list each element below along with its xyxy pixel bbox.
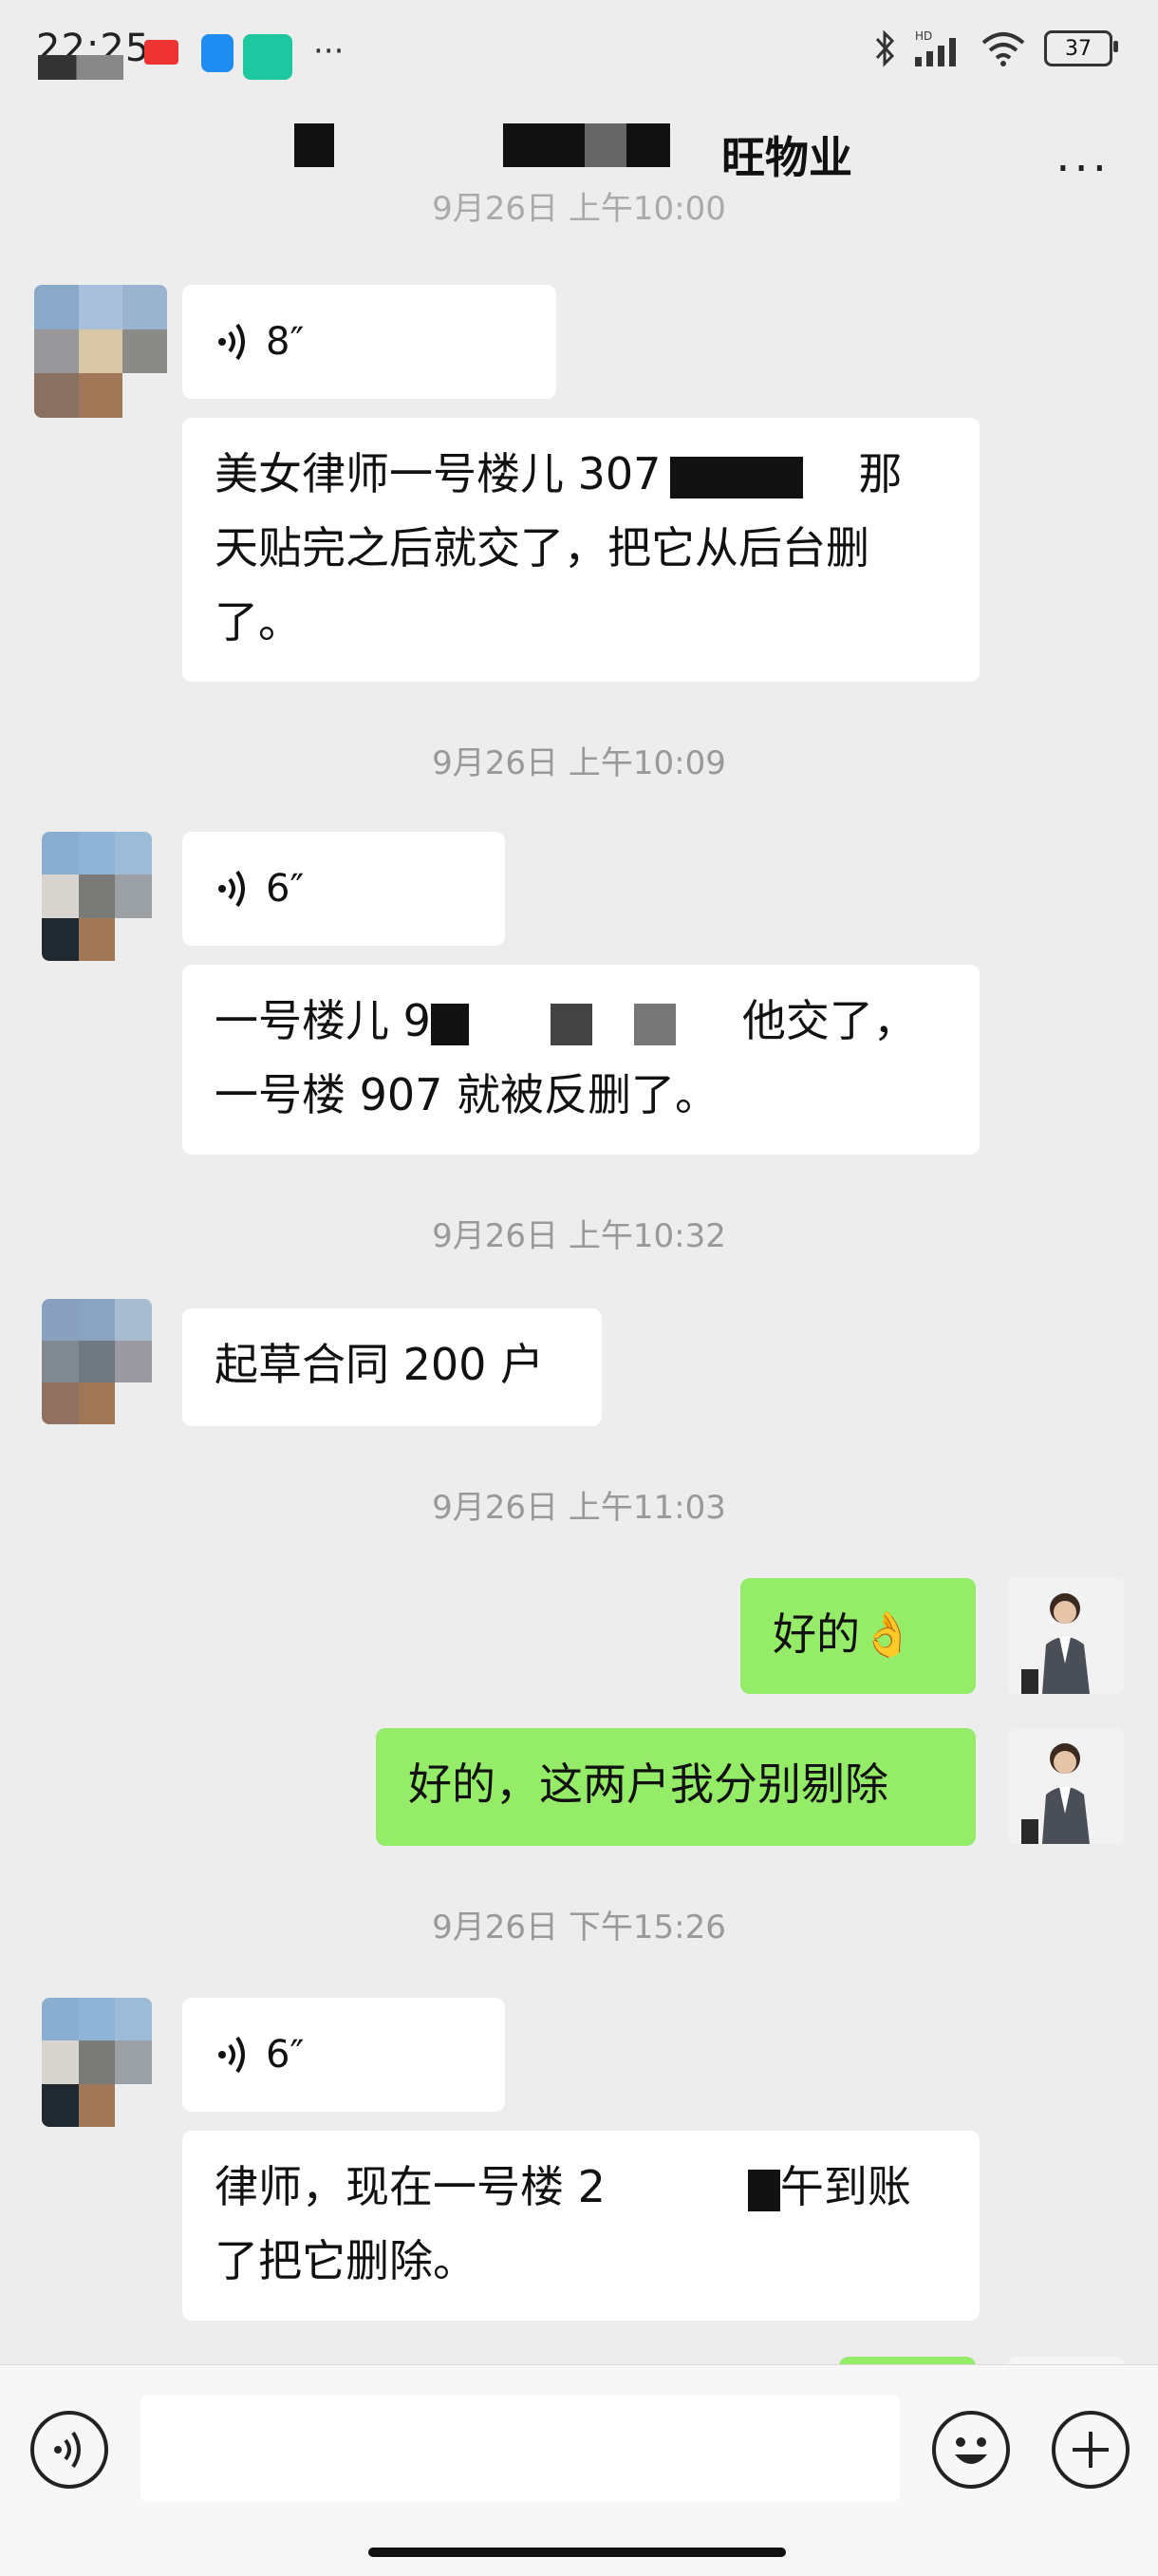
- avatar[interactable]: [34, 285, 167, 418]
- avatar-self[interactable]: [1008, 2357, 1124, 2364]
- message-text: 那: [858, 448, 903, 499]
- signal-icon: HD: [915, 29, 956, 66]
- message-text: 他交了，: [741, 995, 917, 1046]
- lawyer-portrait: [1008, 1578, 1124, 1694]
- message-line: 美女律师一号楼儿 307 那: [215, 437, 947, 511]
- redacted-block: [550, 1003, 592, 1045]
- text-message-outgoing[interactable]: 好的，这两户我分别剔除: [376, 1728, 976, 1846]
- text-message-outgoing[interactable]: [839, 2357, 976, 2364]
- message-line: 了。: [215, 596, 302, 648]
- voice-message[interactable]: 6″: [182, 1998, 505, 2112]
- voice-wave-icon: [218, 323, 245, 361]
- voice-duration: 6″: [266, 2033, 305, 2077]
- lawyer-portrait: [1008, 1728, 1124, 1844]
- voice-input-icon: [54, 2431, 81, 2469]
- emoji-icon: [955, 2437, 987, 2464]
- more-notifications-icon: ···: [313, 32, 345, 70]
- bluetooth-icon: [875, 29, 895, 67]
- wifi-icon: [981, 32, 1025, 66]
- avatar[interactable]: [42, 832, 152, 961]
- emoji-button[interactable]: [932, 2411, 1010, 2489]
- message-line: 律师，现在一号楼 2 午到账: [215, 2150, 947, 2224]
- message-input[interactable]: [140, 2396, 900, 2502]
- redacted-block: [633, 1003, 676, 1045]
- timestamp: 9月26日 上午10:00: [432, 190, 726, 228]
- status-icons: HD 37: [873, 28, 1118, 68]
- message-text: 午到账: [779, 2161, 911, 2212]
- status-bar: 22:25 ··· HD 37: [0, 0, 1158, 104]
- redacted-block: [626, 123, 670, 167]
- plus-icon: [1073, 2432, 1109, 2468]
- avatar[interactable]: [42, 1299, 152, 1424]
- voice-duration: 8″: [266, 320, 305, 364]
- message-line: 天贴完之后就交了，把它从后台删: [215, 522, 869, 573]
- avatar[interactable]: [42, 1998, 152, 2127]
- voice-message[interactable]: 6″: [182, 832, 505, 946]
- text-message[interactable]: 一号楼儿 9 他交了， 一号楼 907 就被反删了。: [182, 965, 980, 1155]
- battery-indicator: 37: [1044, 30, 1118, 66]
- message-text: 好的👌: [773, 1608, 915, 1660]
- voice-message[interactable]: 8″: [182, 285, 556, 399]
- chat-title: 旺物业: [721, 132, 852, 183]
- voice-wave-icon: [218, 870, 245, 908]
- message-text: 美女律师一号楼儿 307: [215, 448, 662, 499]
- input-bar: [0, 2364, 1158, 2576]
- app-notification-icon: [201, 34, 233, 72]
- more-icon[interactable]: ···: [1055, 142, 1111, 196]
- app-notification-icon: [243, 34, 292, 80]
- timestamp: 9月26日 上午11:03: [432, 1489, 726, 1527]
- text-message[interactable]: 美女律师一号楼儿 307 那 天贴完之后就交了，把它从后台删 了。: [182, 418, 980, 682]
- voice-input-button[interactable]: [30, 2411, 108, 2489]
- message-line: 一号楼儿 9 他交了，: [215, 984, 947, 1058]
- voice-duration: 6″: [266, 867, 305, 911]
- plus-button[interactable]: [1052, 2411, 1130, 2489]
- message-line: 一号楼 907 就被反删了。: [215, 1069, 719, 1120]
- timestamp: 9月26日 下午15:26: [432, 1908, 726, 1946]
- avatar-self[interactable]: [1008, 1578, 1124, 1694]
- redacted-block: [503, 123, 585, 167]
- text-message[interactable]: 起草合同 200 户: [182, 1308, 602, 1426]
- home-indicator[interactable]: [368, 2548, 786, 2557]
- redacted-block: [294, 123, 334, 167]
- timestamp: 9月26日 上午10:09: [432, 744, 726, 782]
- timestamp: 9月26日 上午10:32: [432, 1217, 726, 1255]
- redacted-block: [670, 456, 804, 498]
- redacted-block: [430, 1003, 469, 1045]
- chat-message-list[interactable]: 9月26日 上午10:00 8″ 美女律师一号楼儿 307 那 天贴完之后就交了，…: [0, 190, 1158, 2364]
- text-message[interactable]: 律师，现在一号楼 2 午到账 了把它删除。: [182, 2131, 980, 2321]
- message-text: 律师，现在一号楼 2: [215, 2161, 606, 2212]
- text-message-outgoing[interactable]: 好的👌: [740, 1578, 976, 1694]
- message-text: 起草合同 200 户: [215, 1339, 545, 1390]
- svg-text:HD: HD: [915, 29, 932, 43]
- voice-wave-icon: [218, 2036, 245, 2074]
- redacted-block: [747, 2169, 780, 2211]
- avatar-self[interactable]: [1008, 1728, 1124, 1844]
- app-notification-icon: [144, 40, 178, 65]
- message-text: 好的，这两户我分别剔除: [408, 1758, 888, 1810]
- status-blur: [38, 55, 123, 80]
- message-line: 了把它删除。: [215, 2235, 476, 2286]
- redacted-block: [585, 123, 626, 167]
- message-text: 一号楼儿 9: [215, 995, 431, 1046]
